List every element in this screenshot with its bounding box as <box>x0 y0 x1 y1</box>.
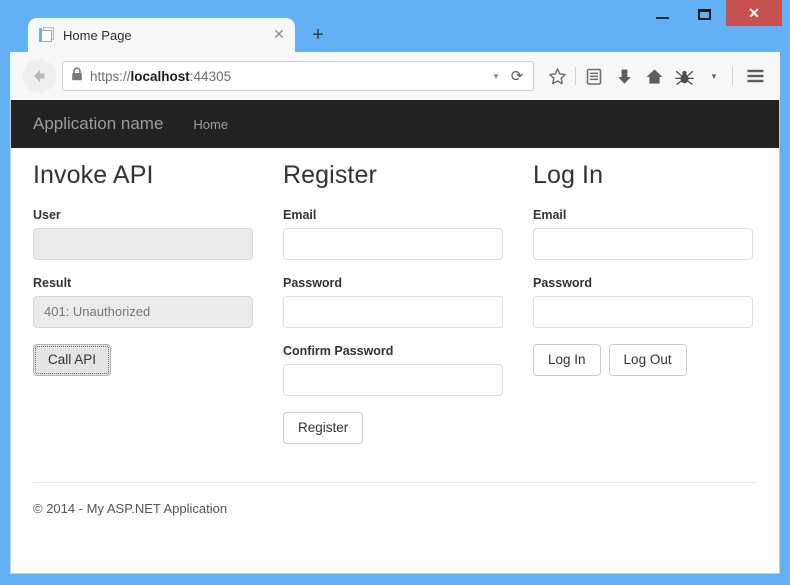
downloads-icon[interactable] <box>609 61 639 91</box>
login-password-input[interactable] <box>533 295 753 328</box>
browser-tab-home-page[interactable]: Home Page ✕ <box>28 18 295 52</box>
back-arrow-icon[interactable] <box>22 59 56 93</box>
result-input[interactable] <box>33 295 253 328</box>
tab-close-icon[interactable]: ✕ <box>271 27 287 43</box>
tab-strip: Home Page ✕ + <box>10 18 780 52</box>
register-button[interactable]: Register <box>283 411 364 444</box>
url-host: localhost <box>130 68 190 84</box>
column-invoke-api: Invoke API User Result Call API <box>33 161 283 444</box>
label-login-password: Password <box>533 275 593 290</box>
register-email-input[interactable] <box>283 227 503 260</box>
label-result: Result <box>33 275 72 290</box>
toolbar-divider-2 <box>732 67 733 85</box>
navbar-brand[interactable]: Application name <box>33 114 163 134</box>
log-out-button[interactable]: Log Out <box>608 343 687 376</box>
overflow-chevron-glyph: ▾ <box>711 70 717 81</box>
label-user: User <box>33 207 61 222</box>
page-icon <box>39 27 54 43</box>
address-bar[interactable]: https://localhost:44305 ▾ ⟳ <box>62 61 534 91</box>
tab-title: Home Page <box>63 27 132 43</box>
log-in-button[interactable]: Log In <box>533 343 601 376</box>
site-navbar: Application name Home <box>11 100 779 148</box>
url-port: :44305 <box>189 68 232 84</box>
hamburger-menu-icon[interactable] <box>740 61 770 91</box>
browser-toolbar: https://localhost:44305 ▾ ⟳ ▾ <box>10 52 780 100</box>
reload-icon[interactable]: ⟳ <box>505 67 529 85</box>
nav-link-home[interactable]: Home <box>193 117 228 132</box>
url-scheme: https:// <box>90 68 131 84</box>
padlock-icon <box>71 66 83 86</box>
firebug-icon[interactable] <box>669 61 699 91</box>
register-confirm-password-input[interactable] <box>283 363 503 396</box>
columns-row: Invoke API User Result Call API Register… <box>33 148 757 444</box>
label-register-email: Email <box>283 207 317 222</box>
label-register-password: Password <box>283 275 343 290</box>
column-title-log-in: Log In <box>533 161 604 189</box>
user-input[interactable] <box>33 227 253 260</box>
home-icon[interactable] <box>639 61 669 91</box>
column-title-register: Register <box>283 161 377 189</box>
login-email-input[interactable] <box>533 227 753 260</box>
footer-divider <box>33 481 757 483</box>
label-register-confirm-password: Confirm Password <box>283 343 394 358</box>
page-body: Invoke API User Result Call API Register… <box>11 148 779 516</box>
login-button-row: Log In Log Out <box>533 343 779 376</box>
call-api-button[interactable]: Call API <box>33 343 112 376</box>
chevron-down-icon[interactable]: ▾ <box>487 71 505 82</box>
footer-copyright: © 2014 - My ASP.NET Application <box>33 500 228 516</box>
page-viewport: Application name Home Invoke API User Re… <box>10 100 780 574</box>
toolbar-divider <box>575 67 576 85</box>
label-login-email: Email <box>533 207 567 222</box>
invoke-api-button-row: Call API <box>33 343 283 376</box>
url-text: https://localhost:44305 <box>90 69 487 84</box>
overflow-chevron-icon[interactable]: ▾ <box>699 61 729 91</box>
new-tab-button[interactable]: + <box>306 24 330 48</box>
column-register: Register Email Password Confirm Password… <box>283 161 533 444</box>
reader-list-icon[interactable] <box>579 61 609 91</box>
browser-window: ✕ Home Page ✕ + https://localhost:44305 … <box>0 0 790 585</box>
bookmark-star-icon[interactable] <box>542 61 572 91</box>
register-password-input[interactable] <box>283 295 503 328</box>
column-title-invoke-api: Invoke API <box>33 161 154 189</box>
register-button-row: Register <box>283 411 533 444</box>
column-log-in: Log In Email Password Log In Log Out <box>533 161 779 444</box>
